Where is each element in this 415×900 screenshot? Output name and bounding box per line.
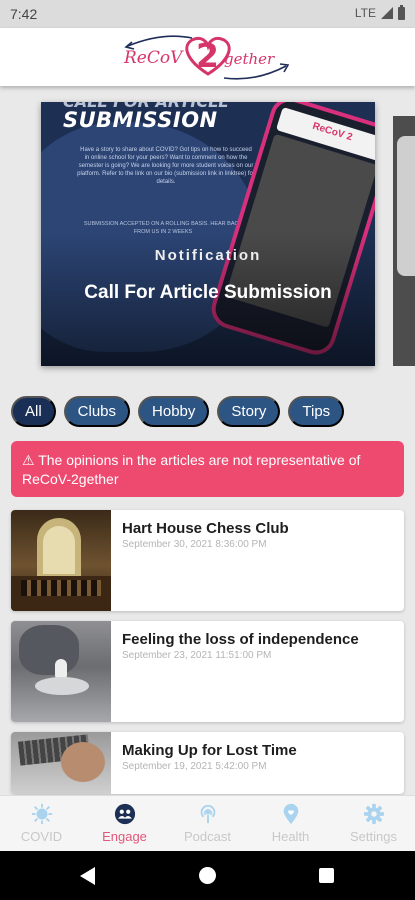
nav-label-health: Health bbox=[271, 829, 310, 844]
back-icon[interactable] bbox=[80, 867, 95, 885]
bottom-navigation: COVID Engage Podcast Health Settings bbox=[0, 795, 415, 851]
nav-label-settings: Settings bbox=[350, 829, 397, 844]
card-heading: SUBMISSION bbox=[63, 108, 218, 132]
nav-label-podcast: Podcast bbox=[184, 829, 231, 844]
status-time: 7:42 bbox=[10, 6, 38, 22]
article-item[interactable]: Feeling the loss of independence Septemb… bbox=[11, 621, 404, 722]
nav-covid[interactable]: COVID bbox=[0, 796, 83, 851]
card-body-text: Have a story to share about COVID? Got t… bbox=[77, 147, 255, 185]
signal-icon bbox=[381, 7, 393, 19]
carousel-card[interactable]: CALL FOR ARTICLE SUBMISSION Have a story… bbox=[41, 102, 375, 366]
logo-text-left: ReCoV bbox=[124, 48, 183, 68]
virus-icon bbox=[31, 803, 52, 825]
article-date: September 19, 2021 5:42:00 PM bbox=[122, 761, 267, 772]
nav-label-engage: Engage bbox=[102, 829, 147, 844]
filter-hobby[interactable]: Hobby bbox=[138, 396, 210, 427]
status-icons: LTE bbox=[354, 4, 405, 20]
filter-all[interactable]: All bbox=[11, 396, 56, 427]
logo-text-right: gether bbox=[224, 50, 275, 68]
news-carousel[interactable]: CALL FOR ARTICLE SUBMISSION Have a story… bbox=[0, 86, 415, 381]
podcast-icon bbox=[200, 805, 215, 824]
article-date: September 23, 2021 11:51:00 PM bbox=[122, 650, 272, 661]
battery-icon bbox=[398, 4, 405, 20]
filter-tips[interactable]: Tips bbox=[288, 396, 345, 427]
article-list: Hart House Chess Club September 30, 2021… bbox=[11, 510, 404, 804]
article-title: Making Up for Lost Time bbox=[122, 742, 297, 759]
network-type: LTE bbox=[354, 6, 376, 20]
article-title: Feeling the loss of independence bbox=[122, 631, 359, 648]
article-item[interactable]: Making Up for Lost Time September 19, 20… bbox=[11, 732, 404, 794]
logo-text-2: 2 bbox=[196, 36, 219, 75]
card-title: Call For Article Submission bbox=[84, 282, 332, 303]
article-title: Hart House Chess Club bbox=[122, 520, 289, 537]
app-header: ReCoV 2 gether bbox=[0, 28, 415, 86]
nav-engage[interactable]: Engage bbox=[83, 796, 166, 851]
card-kicker: Notification bbox=[154, 247, 262, 264]
nav-label-covid: COVID bbox=[20, 829, 63, 844]
recent-apps-icon[interactable] bbox=[319, 868, 334, 883]
app-logo: ReCoV 2 gether bbox=[122, 30, 294, 84]
article-thumbnail bbox=[11, 732, 111, 794]
home-icon[interactable] bbox=[199, 867, 216, 884]
article-date: September 30, 2021 8:36:00 PM bbox=[122, 539, 267, 550]
people-icon bbox=[114, 803, 135, 825]
filter-story[interactable]: Story bbox=[217, 396, 281, 427]
nav-health[interactable]: Health bbox=[249, 796, 332, 851]
category-filters: All Clubs Hobby Story Tips bbox=[11, 396, 345, 427]
nav-settings[interactable]: Settings bbox=[332, 796, 415, 851]
disclaimer-banner: ⚠ The opinions in the articles are not r… bbox=[11, 441, 404, 497]
heart-location-icon bbox=[283, 803, 298, 825]
filter-clubs[interactable]: Clubs bbox=[63, 396, 131, 427]
article-thumbnail bbox=[11, 510, 111, 611]
gear-icon bbox=[363, 803, 384, 825]
status-bar: 7:42 LTE bbox=[0, 0, 415, 28]
article-item[interactable]: Hart House Chess Club September 30, 2021… bbox=[11, 510, 404, 611]
next-card-image bbox=[397, 136, 415, 276]
next-carousel-card[interactable] bbox=[393, 116, 415, 366]
article-thumbnail bbox=[11, 621, 111, 722]
nav-podcast[interactable]: Podcast bbox=[166, 796, 249, 851]
system-navigation-bar bbox=[0, 851, 415, 900]
